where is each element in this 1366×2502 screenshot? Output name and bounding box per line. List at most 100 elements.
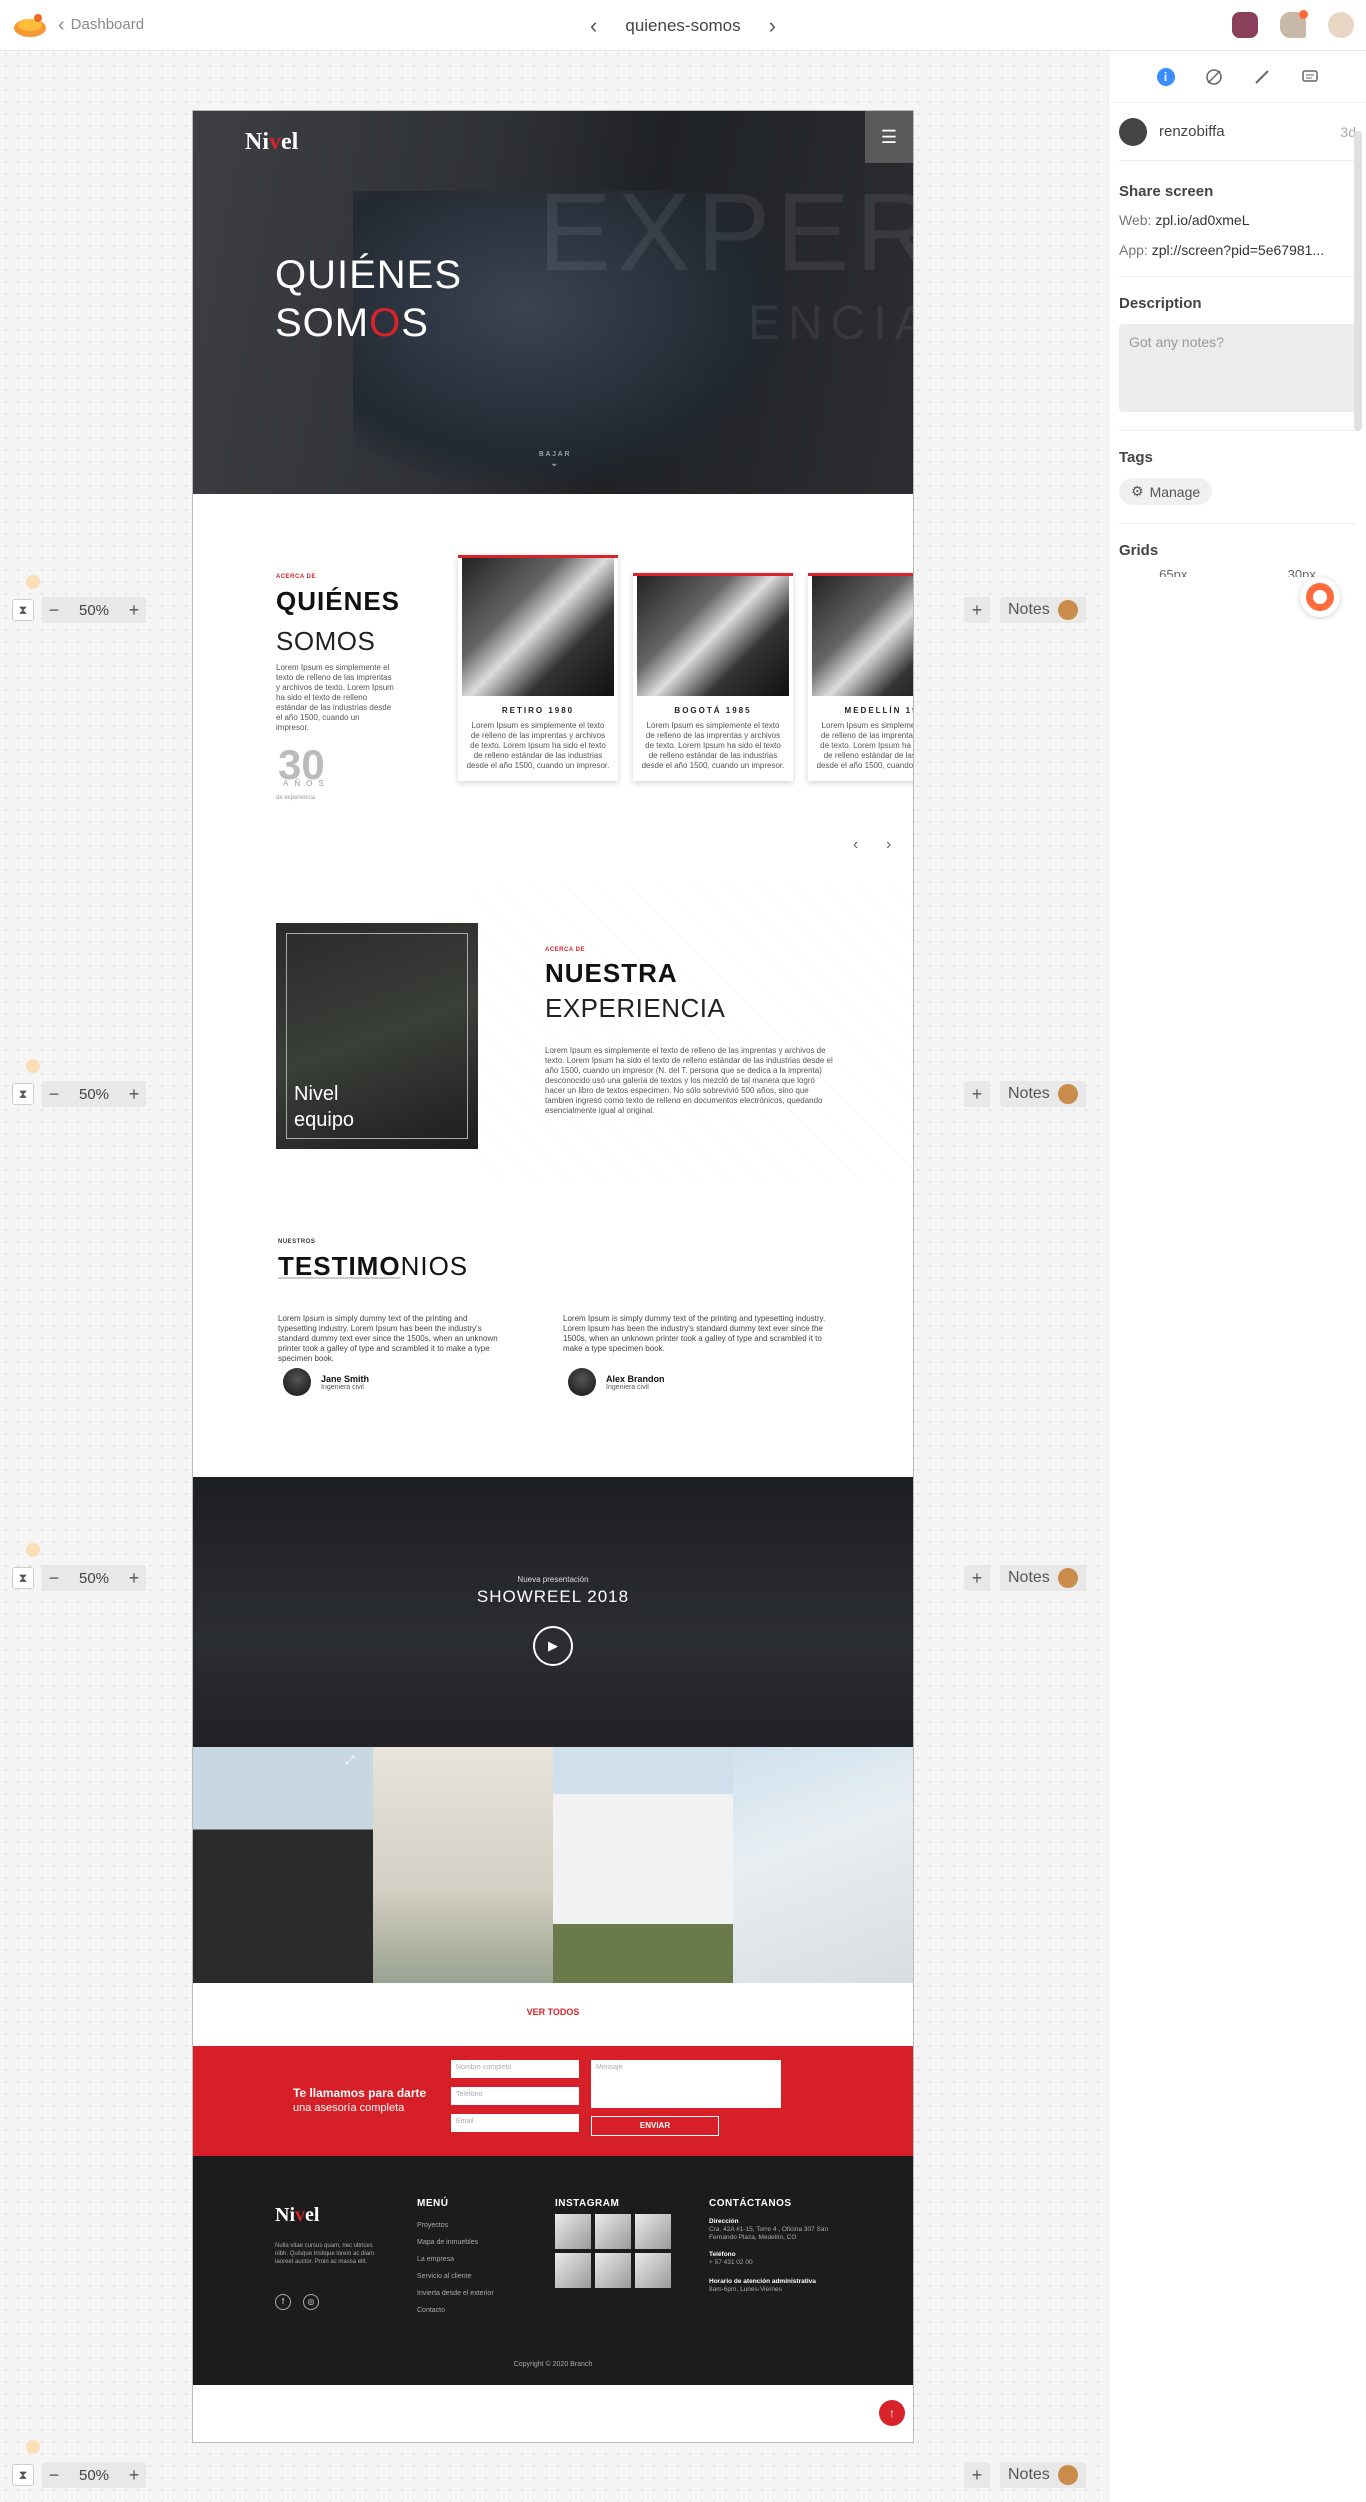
add-note-button[interactable]: + bbox=[964, 1081, 990, 1107]
footer-menu-item[interactable]: Proyectos bbox=[417, 2222, 448, 2229]
divider bbox=[1119, 430, 1356, 431]
expand-icon[interactable]: ⤢ bbox=[345, 1753, 355, 1768]
avatar[interactable] bbox=[1119, 117, 1147, 146]
description-title: Description bbox=[1119, 295, 1202, 312]
manage-tags-button[interactable]: ⚙ Manage bbox=[1119, 478, 1213, 505]
instagram-thumb[interactable] bbox=[635, 2253, 671, 2288]
play-icon[interactable]: ▶ bbox=[533, 1626, 573, 1666]
screen-owner: renzobiffa 3d bbox=[1119, 103, 1356, 161]
add-note-button[interactable]: + bbox=[964, 2462, 990, 2488]
facebook-icon[interactable]: f bbox=[275, 2294, 291, 2310]
share-app-link[interactable]: App: zpl://screen?pid=5e67981... bbox=[1119, 242, 1356, 258]
tab-styleguide[interactable] bbox=[1203, 66, 1225, 88]
history-card[interactable]: BOGOTÁ 1985 Lorem Ipsum es simplemente e… bbox=[633, 573, 793, 781]
phone-input[interactable]: Teléfono bbox=[451, 2087, 579, 2105]
hourglass-icon[interactable]: ⧗ bbox=[12, 599, 34, 621]
logo-part-2: v bbox=[269, 129, 281, 155]
hourglass-icon[interactable]: ⧗ bbox=[12, 1083, 34, 1105]
hamburger-menu-icon[interactable]: ☰ bbox=[865, 111, 913, 163]
carousel-prev-button[interactable]: ‹ bbox=[853, 836, 858, 854]
name-input[interactable]: Nombre completo bbox=[451, 2060, 579, 2078]
add-note-button[interactable]: + bbox=[964, 1565, 990, 1591]
user-avatar[interactable] bbox=[1328, 12, 1354, 38]
team-photo-card[interactable]: Nivel equipo bbox=[276, 923, 478, 1149]
tab-assets[interactable] bbox=[1251, 66, 1273, 88]
zeplin-logo-icon[interactable] bbox=[12, 12, 48, 40]
author-name: Alex Brandon bbox=[606, 1373, 665, 1384]
testimonials-heading-thin: NIOS bbox=[400, 1251, 469, 1281]
zoom-box: −50% + bbox=[42, 2462, 146, 2488]
scroll-down-link[interactable]: BAJAR ⌄ bbox=[539, 451, 572, 469]
carousel-next-button[interactable]: › bbox=[886, 836, 891, 854]
ver-todos-link[interactable]: VER TODOS bbox=[193, 2007, 913, 2017]
instagram-thumb[interactable] bbox=[595, 2253, 631, 2288]
message-input[interactable]: Mensaje bbox=[591, 2060, 781, 2108]
instagram-thumb[interactable] bbox=[635, 2214, 671, 2249]
zoom-out-button[interactable]: − bbox=[42, 1568, 66, 1589]
notes-button[interactable]: Notes bbox=[1000, 597, 1086, 623]
zoom-out-button[interactable]: − bbox=[42, 2465, 66, 2486]
years-word: AÑOS bbox=[283, 779, 330, 788]
history-card-text: Lorem Ipsum es simplemente el texto de r… bbox=[641, 721, 785, 770]
zoom-in-button[interactable]: + bbox=[122, 1084, 146, 1105]
instagram-thumb[interactable] bbox=[555, 2253, 591, 2288]
instagram-icon[interactable]: ◎ bbox=[303, 2294, 319, 2310]
zoom-in-button[interactable]: + bbox=[122, 600, 146, 621]
back-to-top-button[interactable]: ↑ bbox=[879, 2400, 905, 2426]
notes-button[interactable]: Notes bbox=[1000, 1565, 1086, 1591]
zoom-out-button[interactable]: − bbox=[42, 600, 66, 621]
instagram-thumb[interactable] bbox=[555, 2214, 591, 2249]
description-textarea[interactable]: Got any notes? bbox=[1119, 324, 1356, 412]
instagram-thumb[interactable] bbox=[595, 2214, 631, 2249]
marker-dot bbox=[26, 1059, 40, 1073]
grid-value[interactable]: 65px bbox=[1159, 567, 1187, 577]
zoom-control: ⧗ −50% + bbox=[12, 1059, 146, 1107]
back-to-dashboard-link[interactable]: ‹ Dashboard bbox=[58, 15, 144, 35]
site-logo[interactable]: Nivel bbox=[245, 129, 298, 156]
email-input[interactable]: Email bbox=[451, 2114, 579, 2132]
brush-icon bbox=[1254, 69, 1269, 84]
about-text: Lorem Ipsum es simplemente el texto de r… bbox=[276, 663, 394, 732]
zoom-in-button[interactable]: + bbox=[122, 2465, 146, 2486]
grape-project-icon[interactable] bbox=[1232, 12, 1258, 38]
history-card[interactable]: MEDELLÍN 1999 Lorem Ipsum es simplemente… bbox=[808, 573, 913, 781]
site-footer: Nivel Nulla vitae cursus quam, nec ultri… bbox=[193, 2156, 913, 2385]
gallery-image[interactable] bbox=[553, 1747, 733, 1983]
tab-comments[interactable] bbox=[1299, 66, 1321, 88]
notes-control: + Notes bbox=[964, 1565, 1086, 1591]
previous-screen-button[interactable]: ‹ bbox=[590, 13, 597, 39]
hourglass-icon[interactable]: ⧗ bbox=[12, 1567, 34, 1589]
history-card[interactable]: RETIRO 1980 Lorem Ipsum es simplemente e… bbox=[458, 555, 618, 781]
footer-logo[interactable]: Nivel bbox=[275, 2204, 319, 2227]
next-screen-button[interactable]: › bbox=[769, 13, 776, 39]
owner-name[interactable]: renzobiffa bbox=[1159, 123, 1340, 140]
footer-menu-item[interactable]: Contacto bbox=[417, 2307, 445, 2314]
footer-menu-item[interactable]: La empresa bbox=[417, 2256, 454, 2263]
add-note-button[interactable]: + bbox=[964, 597, 990, 623]
grid-value[interactable]: 30px bbox=[1288, 567, 1316, 577]
sidebar-scrollbar[interactable] bbox=[1354, 131, 1362, 431]
footer-menu-item[interactable]: Mapa de inmuebles bbox=[417, 2239, 478, 2246]
history-card-title: RETIRO 1980 bbox=[501, 706, 575, 715]
share-web-link[interactable]: Web: zpl.io/ad0xmeL bbox=[1119, 212, 1356, 228]
marker-dot bbox=[26, 2440, 40, 2454]
callback-title: Te llamamos para darte bbox=[293, 2086, 427, 2100]
gallery-image[interactable] bbox=[373, 1747, 553, 1983]
notes-button[interactable]: Notes bbox=[1000, 1081, 1086, 1107]
app-label: App: bbox=[1119, 242, 1148, 258]
tab-info[interactable]: i bbox=[1155, 66, 1177, 88]
zoom-value: 50% bbox=[78, 2466, 110, 2484]
footer-menu-item[interactable]: Invierta desde el exterior bbox=[417, 2290, 494, 2297]
hourglass-icon[interactable]: ⧗ bbox=[12, 2464, 34, 2486]
gallery-image[interactable] bbox=[193, 1747, 373, 1983]
enviar-button[interactable]: ENVIAR bbox=[591, 2116, 719, 2136]
zoom-in-button[interactable]: + bbox=[122, 1568, 146, 1589]
notifications-icon[interactable] bbox=[1280, 10, 1308, 38]
help-lifebuoy-icon[interactable] bbox=[1300, 577, 1340, 617]
manage-label: Manage bbox=[1149, 483, 1201, 500]
footer-description: Nulla vitae cursus quam, nec ultrices ni… bbox=[275, 2243, 375, 2265]
gallery-image[interactable] bbox=[733, 1747, 913, 1983]
notes-button[interactable]: Notes bbox=[1000, 2462, 1086, 2488]
footer-menu-item[interactable]: Servicio al cliente bbox=[417, 2273, 471, 2280]
zoom-out-button[interactable]: − bbox=[42, 1084, 66, 1105]
